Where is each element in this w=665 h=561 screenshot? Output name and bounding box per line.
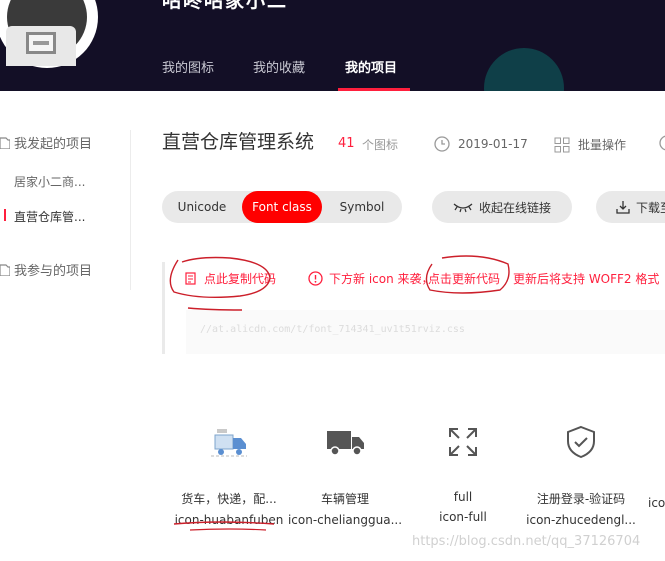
icon-card[interactable]: 车辆管理 icon-cheliangguа... <box>280 420 410 527</box>
fullscreen-icon <box>449 428 477 456</box>
icon-label: 车辆管理 <box>320 492 369 506</box>
notice-suffix: 更新后将支持 WOFF2 格式 <box>513 272 660 286</box>
clock-icon <box>434 136 450 152</box>
collapse-online-link-button[interactable]: 收起在线链接 <box>432 191 572 223</box>
icon-class-name[interactable]: icon-cheliangguа... <box>280 513 410 527</box>
download-icon <box>616 201 630 214</box>
copy-code-button[interactable]: 点此复制代码 <box>184 270 276 287</box>
active-tab-indicator <box>338 88 410 91</box>
icon-card[interactable]: full icon-full <box>398 420 528 524</box>
update-code-link[interactable]: 点击更新代码 <box>428 270 500 287</box>
sidebar-group-initiated[interactable]: 我发起的项目 <box>0 133 92 152</box>
eye-closed-icon <box>453 203 473 213</box>
shield-check-icon <box>567 425 595 459</box>
avatar[interactable] <box>0 0 98 68</box>
icon-count-unit: 个图标 <box>362 138 399 152</box>
sidebar-group-label: 我参与的项目 <box>14 264 93 279</box>
sidebar-item-project-2[interactable]: 直营仓库管... <box>14 208 85 225</box>
project-date-text: 2019-01-17 <box>458 137 528 151</box>
sidebar-group-label: 我发起的项目 <box>14 137 93 152</box>
icon-label: full <box>453 490 473 504</box>
folder-icon <box>0 263 10 276</box>
icon-class-name[interactable]: ico <box>648 496 665 510</box>
grid-icon <box>554 137 570 152</box>
warning-icon <box>308 271 323 286</box>
tab-my-icons[interactable]: 我的图标 <box>162 57 214 76</box>
format-tab-font-class[interactable]: Font class <box>242 191 322 223</box>
sidebar-active-indicator <box>4 209 6 221</box>
icon-class-name[interactable]: icon-huabanfuben <box>164 513 294 527</box>
sidebar-divider <box>130 130 131 290</box>
collapse-online-link-label: 收起在线链接 <box>478 200 551 215</box>
icon-label: 注册登录-验证码 <box>536 492 626 506</box>
folder-icon <box>0 136 10 149</box>
project-date: 2019-01-17 <box>434 136 528 152</box>
notice-prefix: 下方新 icon 来袭， <box>329 272 434 286</box>
copy-code-label: 点此复制代码 <box>204 272 277 286</box>
update-notice: 下方新 icon 来袭， <box>308 270 434 287</box>
icon-class-name[interactable]: icon-full <box>398 510 528 524</box>
top-header: 咕咚咕家小二 我的图标 我的收藏 我的项目 <box>0 0 665 91</box>
download-label: 下载至 <box>636 200 665 215</box>
icon-count: 41 <box>338 136 355 151</box>
sidebar-item-project-1[interactable]: 居家小二商... <box>14 173 85 190</box>
batch-operation-label: 批量操作 <box>578 138 627 152</box>
icon-card[interactable]: ico <box>648 420 665 510</box>
user-name: 咕咚咕家小二 <box>162 0 289 12</box>
format-switch: Unicode Font class Symbol <box>162 191 402 223</box>
format-tab-unicode[interactable]: Unicode <box>162 191 242 223</box>
icon-class-name[interactable]: icon-zhucedengl... <box>516 513 646 527</box>
tab-my-favorites[interactable]: 我的收藏 <box>253 57 305 76</box>
icon-card[interactable]: 注册登录-验证码 icon-zhucedengl... <box>516 420 646 527</box>
icon-card[interactable]: 货车，快递，配... icon-huabanfuben <box>164 420 294 527</box>
download-button[interactable]: 下载至 <box>596 191 665 223</box>
batch-operation-button[interactable]: 批量操作 <box>554 136 626 153</box>
project-title: 直营仓库管理系统 <box>162 131 315 153</box>
icon-label: 货车，快递，配... <box>181 492 277 506</box>
watermark: https://blog.csdn.net/qq_37126704 <box>412 534 641 549</box>
format-tab-symbol[interactable]: Symbol <box>322 191 402 223</box>
truck-icon <box>327 431 364 456</box>
tab-my-projects[interactable]: 我的项目 <box>345 57 397 76</box>
delivery-truck-icon <box>211 429 247 457</box>
sidebar-group-joined[interactable]: 我参与的项目 <box>0 260 92 279</box>
copy-icon <box>185 271 196 285</box>
font-css-url[interactable]: //at.alicdn.com/t/font_714341_uv1t51rviz… <box>200 324 465 335</box>
more-icon[interactable] <box>659 135 665 151</box>
decorative-circle <box>484 48 564 91</box>
